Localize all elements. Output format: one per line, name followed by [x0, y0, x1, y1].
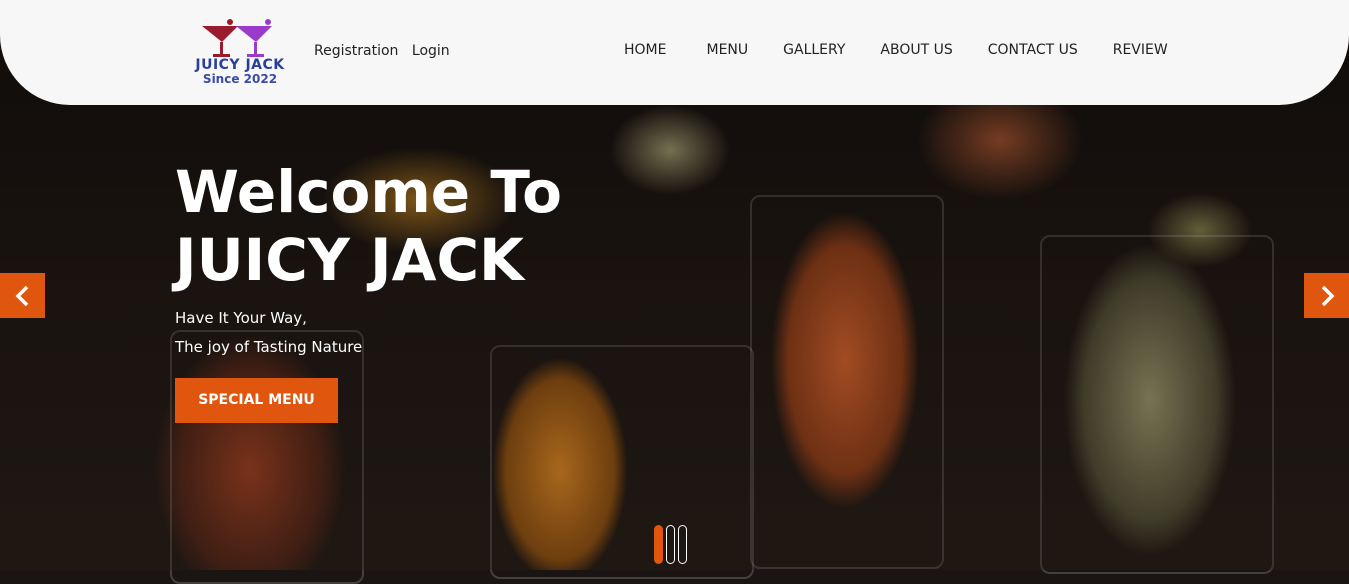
hero-content: Welcome To JUICY JACK Have It Your Way, …: [175, 158, 562, 423]
chevron-left-icon: [15, 285, 28, 306]
site-header: JUICY JACK Since 2022 Registration Login…: [0, 0, 1349, 105]
main-nav: HOME MENU GALLERY ABOUT US CONTACT US RE…: [624, 42, 1168, 58]
nav-item-review[interactable]: REVIEW: [1113, 42, 1168, 58]
carousel-indicator-3[interactable]: [678, 525, 687, 564]
special-menu-button[interactable]: SPECIAL MENU: [175, 378, 338, 423]
nav-item-about-us[interactable]: ABOUT US: [880, 42, 952, 58]
auth-links: Registration Login: [314, 43, 459, 59]
hero-tagline-line1: Have It Your Way,: [175, 309, 307, 327]
nav-item-gallery[interactable]: GALLERY: [783, 42, 845, 58]
cocktail-glasses-icon: [202, 19, 272, 57]
carousel-next-button[interactable]: [1304, 273, 1349, 318]
carousel-indicators: [654, 525, 687, 564]
chevron-right-icon: [1321, 285, 1334, 306]
carousel-prev-button[interactable]: [0, 273, 45, 318]
registration-link[interactable]: Registration: [314, 43, 398, 59]
glass-shape: [1040, 235, 1274, 574]
hero-tagline-line2: The joy of Tasting Nature: [175, 338, 363, 356]
nav-item-contact-us[interactable]: CONTACT US: [988, 42, 1078, 58]
brand-since: Since 2022: [202, 72, 278, 86]
brand-logo[interactable]: JUICY JACK Since 2022: [178, 18, 302, 88]
carousel-indicator-2[interactable]: [666, 525, 675, 564]
carousel-indicator-1[interactable]: [654, 525, 663, 564]
nav-item-home[interactable]: HOME: [624, 42, 666, 58]
hero-title-line2: JUICY JACK: [175, 226, 524, 294]
brand-name: JUICY JACK: [195, 57, 285, 73]
nav-item-menu[interactable]: MENU: [706, 42, 748, 58]
hero-tagline: Have It Your Way, The joy of Tasting Nat…: [175, 304, 562, 362]
hero-title-line1: Welcome To: [175, 158, 563, 226]
glass-shape: [750, 195, 944, 569]
login-link[interactable]: Login: [412, 43, 450, 59]
